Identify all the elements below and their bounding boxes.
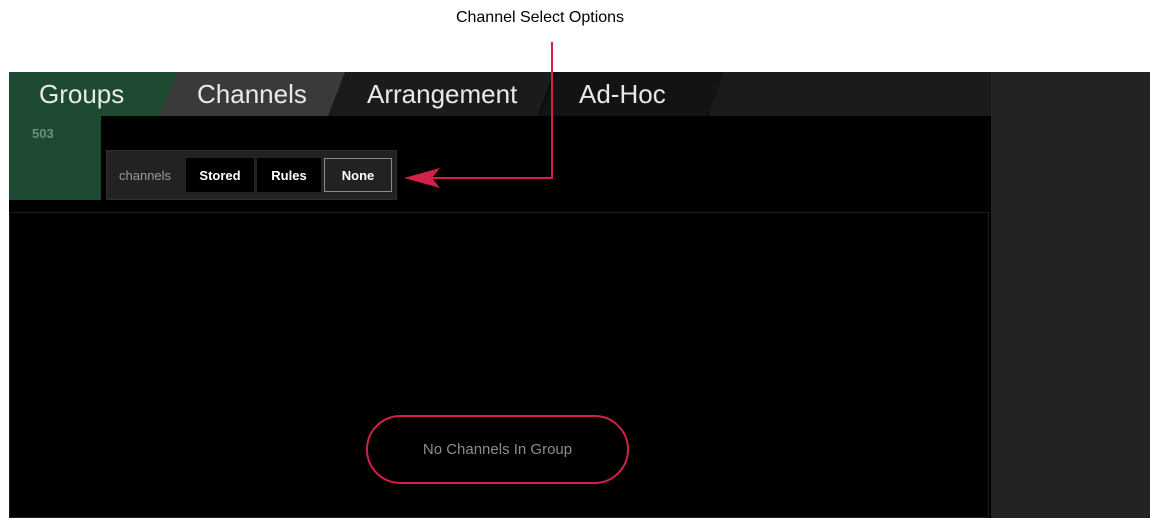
group-id: 503 — [32, 126, 54, 141]
tab-channels[interactable]: Channels — [160, 72, 345, 116]
right-side-panel — [991, 72, 1150, 518]
channel-select-label: channels — [119, 168, 172, 183]
group-tile[interactable]: 503 — [9, 116, 101, 200]
channel-option-rules[interactable]: Rules — [257, 158, 321, 192]
tab-ad-hoc[interactable]: Ad-Hoc — [539, 72, 724, 116]
channel-option-stored[interactable]: Stored — [186, 158, 254, 192]
empty-state-message: No Channels In Group — [366, 415, 629, 484]
tab-bar-fill — [709, 72, 991, 116]
channel-select-bar: channels Stored Rules None — [106, 150, 397, 200]
tab-arrangement[interactable]: Arrangement — [329, 72, 554, 116]
channel-content-area: No Channels In Group — [9, 212, 989, 518]
screenshot-stage: Channel Select Options Ad-Hoc Arrangemen… — [0, 0, 1150, 518]
channel-option-none[interactable]: None — [324, 158, 392, 192]
annotation-label: Channel Select Options — [455, 9, 625, 26]
app-window: Ad-Hoc Arrangement Channels Groups 503 c… — [9, 72, 1150, 518]
tab-bar: Ad-Hoc Arrangement Channels Groups — [9, 72, 1150, 116]
tab-groups[interactable]: Groups — [9, 72, 177, 116]
